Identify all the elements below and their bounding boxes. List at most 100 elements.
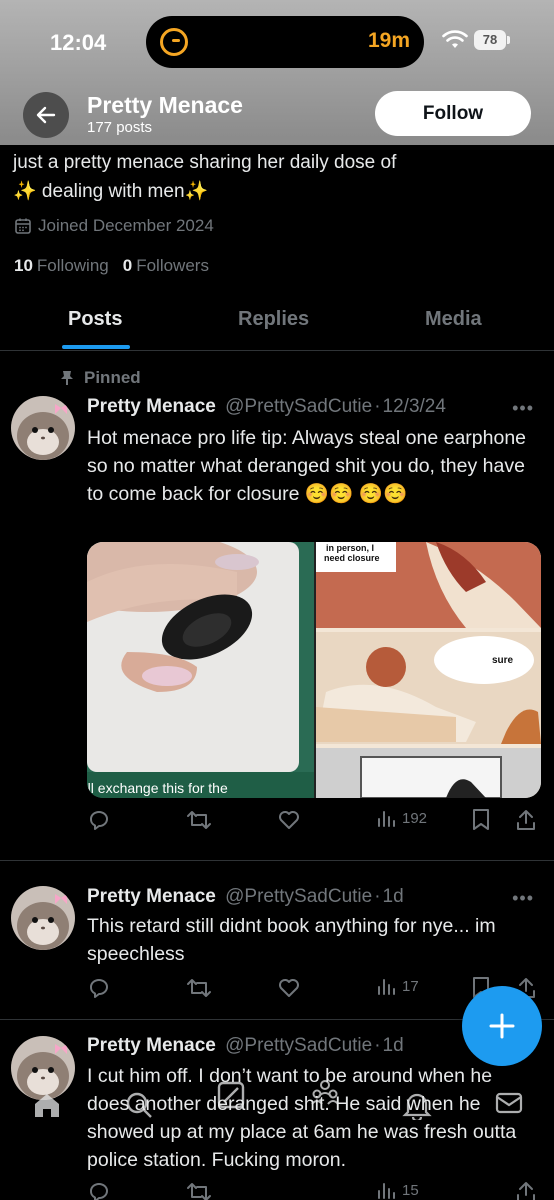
post-header: Pretty Menace @PrettySadCutie · 12/3/24 <box>87 396 446 418</box>
follow-button[interactable]: Follow <box>375 91 531 136</box>
followers-count: 0 <box>122 256 133 275</box>
repost-button[interactable] <box>186 1180 212 1200</box>
pinned-text: Pinned <box>84 368 141 387</box>
avatar[interactable] <box>11 396 75 460</box>
followers-link[interactable]: 0 Followers <box>123 256 209 276</box>
follow-counts: 10 Following 0 Followers <box>14 256 209 276</box>
active-tab-indicator <box>62 345 130 349</box>
reply-icon <box>90 811 108 830</box>
header-profile-name: Pretty Menace <box>87 92 243 118</box>
reply-icon <box>90 979 108 998</box>
battery-indicator: 78 <box>474 30 506 50</box>
status-bar: 12:04 19m 78 <box>0 0 554 80</box>
author-name[interactable]: Pretty Menace <box>87 1035 216 1056</box>
profile-tabs: Posts Replies Media <box>0 300 554 351</box>
post-actions: 192 <box>87 808 539 836</box>
repost-icon <box>187 1183 211 1200</box>
wifi-icon <box>442 30 468 48</box>
author-name[interactable]: Pretty Menace <box>87 886 216 907</box>
post-date[interactable]: 1d <box>383 1035 404 1056</box>
svg-text:in person, I: in person, I <box>326 543 374 553</box>
separator-dot: · <box>374 396 381 417</box>
views-icon <box>378 811 395 827</box>
share-button[interactable] <box>515 1180 537 1200</box>
repost-icon <box>187 979 211 997</box>
following-link[interactable]: 10 Following <box>14 256 109 276</box>
separator-dot: · <box>374 1035 381 1056</box>
post-date[interactable]: 1d <box>383 886 404 907</box>
pinned-label: Pinned <box>60 368 141 388</box>
header-posts-count: 177 posts <box>87 119 153 136</box>
dynamic-island[interactable]: 19m <box>146 16 424 68</box>
views-count: 15 <box>402 1181 419 1199</box>
more-options-icon[interactable]: ••• <box>512 398 534 419</box>
post-actions: 15 <box>87 1180 539 1200</box>
post-header: Pretty Menace @PrettySadCutie · 1d <box>87 1035 404 1057</box>
separator-dot: · <box>374 886 381 907</box>
like-button[interactable] <box>277 808 301 832</box>
repost-button[interactable] <box>186 808 212 832</box>
bio-line: just a pretty menace sharing her daily d… <box>13 152 397 173</box>
bookmark-button[interactable] <box>471 808 491 832</box>
more-options-icon[interactable]: ••• <box>512 888 534 909</box>
tab-media[interactable]: Media <box>425 308 482 331</box>
clock: 12:04 <box>50 30 107 55</box>
author-handle[interactable]: @PrettySadCutie <box>225 886 372 907</box>
pin-icon <box>61 371 73 385</box>
profile-header: 12:04 19m 78 Pretty Menace 177 posts Fol… <box>0 0 554 145</box>
earphone-photo[interactable]: 'll exchange this for the <box>87 542 314 798</box>
share-icon <box>517 1182 535 1200</box>
post-media[interactable]: 'll exchange this for the in person, I n… <box>87 542 541 798</box>
post-text: This retard still didnt book anything fo… <box>87 915 496 965</box>
back-button[interactable] <box>23 92 69 138</box>
comic-image[interactable]: in person, I need closure sure <box>316 542 541 798</box>
calendar-icon <box>15 218 31 234</box>
joined-date: Joined December 2024 <box>14 216 214 236</box>
following-label: Following <box>36 256 109 275</box>
author-handle[interactable]: @PrettySadCutie <box>225 1035 372 1056</box>
following-count: 10 <box>14 256 33 275</box>
hamster-avatar-image <box>11 396 75 460</box>
post-text: Hot menace pro life tip: Always steal on… <box>87 427 527 505</box>
author-handle[interactable]: @PrettySadCutie <box>225 396 372 417</box>
reply-button[interactable] <box>87 976 111 1000</box>
author-name[interactable]: Pretty Menace <box>87 396 216 417</box>
views-count: 192 <box>402 809 428 827</box>
compose-button[interactable] <box>462 986 542 1066</box>
hamster-avatar-image <box>11 886 75 950</box>
joined-text: Joined December 2024 <box>38 216 214 235</box>
like-button[interactable] <box>277 976 301 1000</box>
photo-caption: 'll exchange this for the <box>87 780 228 796</box>
share-icon <box>517 810 535 830</box>
share-button[interactable] <box>515 808 537 832</box>
svg-text:need closure: need closure <box>324 553 380 563</box>
arrow-left-icon <box>36 106 56 124</box>
views-count: 17 <box>402 977 419 995</box>
bio-line: ✨ dealing with men✨ <box>13 181 209 202</box>
bookmark-icon <box>473 809 489 830</box>
views-button[interactable]: 17 <box>376 976 419 996</box>
avatar[interactable] <box>11 886 75 950</box>
hamster-avatar-image <box>11 1036 75 1100</box>
heart-icon <box>279 979 299 997</box>
battery-nub <box>507 36 510 44</box>
repost-icon <box>187 811 211 829</box>
reply-icon <box>90 1183 108 1200</box>
tab-replies[interactable]: Replies <box>238 308 309 331</box>
post-date[interactable]: 12/3/24 <box>383 396 446 417</box>
profile-bio: just a pretty menace sharing her daily d… <box>13 148 543 206</box>
svg-text:sure: sure <box>492 655 514 666</box>
earphone-photo-image: 'll exchange this for the <box>87 542 314 798</box>
views-button[interactable]: 15 <box>376 1180 419 1200</box>
repost-button[interactable] <box>186 976 212 1000</box>
tab-posts[interactable]: Posts <box>68 308 122 331</box>
avatar[interactable] <box>11 1036 75 1100</box>
post-text: I cut him off. I don’t want to be around… <box>87 1065 517 1171</box>
reply-button[interactable] <box>87 1180 111 1200</box>
followers-label: Followers <box>136 256 209 275</box>
views-icon <box>378 1183 395 1199</box>
heart-icon <box>279 811 299 829</box>
reply-button[interactable] <box>87 808 111 832</box>
views-button[interactable]: 192 <box>376 808 427 828</box>
views-icon <box>378 979 395 995</box>
